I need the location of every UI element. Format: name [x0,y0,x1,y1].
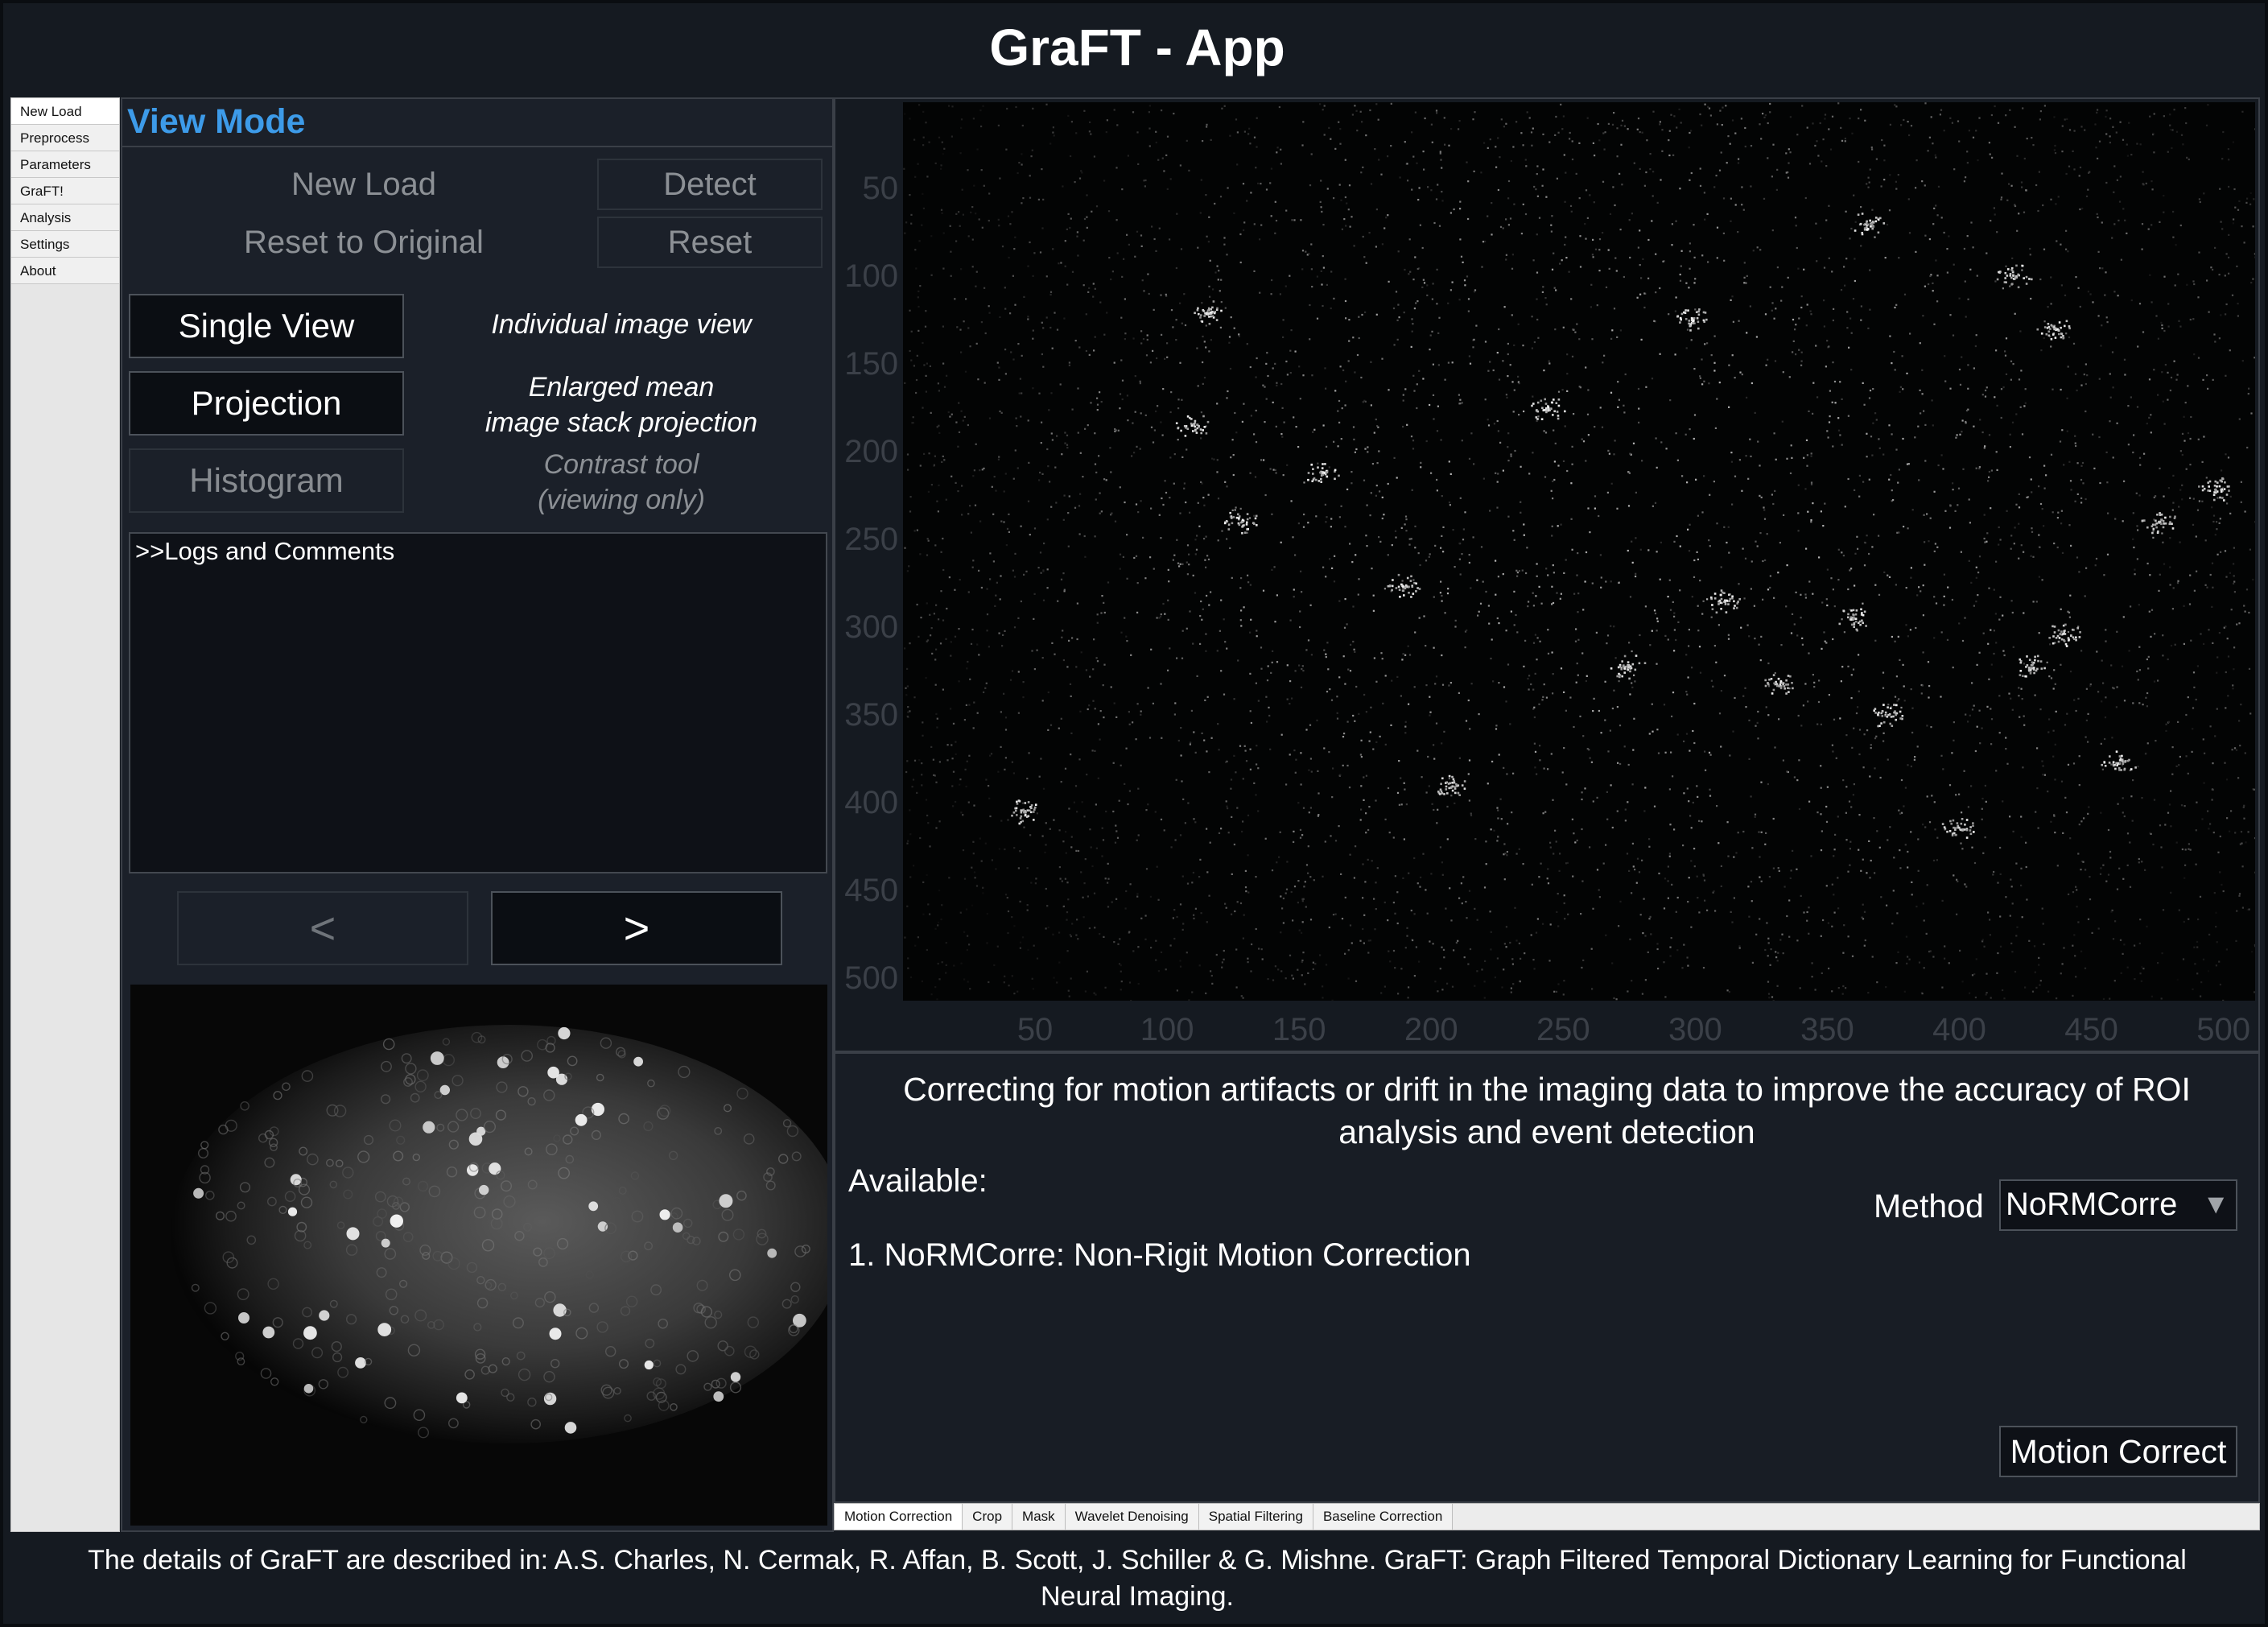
tab-mask[interactable]: Mask [1012,1504,1066,1530]
y-tick-label: 150 [844,345,898,382]
y-tick-label: 100 [844,258,898,294]
detect-button[interactable]: Detect [597,159,823,210]
x-tick-label: 400 [1932,1012,1986,1047]
y-tick-label: 200 [844,433,898,469]
available-label: Available: [848,1163,988,1199]
app-title: GraFT - App [989,19,1285,76]
tab-baseline-correction[interactable]: Baseline Correction [1313,1504,1454,1530]
citation-footer: The details of GraFT are described in: A… [19,1542,2255,1615]
mean-projection-image [130,985,827,1526]
x-tick-label: 500 [2196,1012,2250,1047]
motion-correct-button[interactable]: Motion Correct [1999,1426,2237,1477]
histogram-button[interactable]: Histogram [129,448,404,513]
tab-crop[interactable]: Crop [963,1504,1013,1530]
y-tick-label: 350 [844,696,898,733]
frame-image [903,102,2255,1001]
view-mode-title: View Mode [127,102,306,141]
y-tick-label: 500 [844,960,898,996]
title-divider [122,146,832,147]
y-tick-label: 250 [844,521,898,557]
projection-description-line1: Enlarged mean [528,372,715,403]
y-tick-label: 450 [844,872,898,908]
projection-description-line2: image stack projection [485,407,758,438]
x-tick-label: 350 [1800,1012,1854,1047]
tab-spatial-filtering[interactable]: Spatial Filtering [1198,1504,1313,1530]
nav-item-settings[interactable]: Settings [11,231,119,258]
histogram-description: Contrast tool (viewing only) [444,447,798,518]
single-view-button[interactable]: Single View [129,294,404,358]
single-view-description: Individual image view [491,309,752,340]
image-plot-panel: 50 100 150 200 250 300 350 400 450 500 50 100 150 20… [834,97,2260,1052]
next-button[interactable]: > [491,891,782,965]
tab-wavelet-denoising[interactable]: Wavelet Denoising [1065,1504,1199,1530]
histogram-description-line2: (viewing only) [538,485,705,515]
x-tick-label: 250 [1536,1012,1590,1047]
method-dropdown-value: NoRMCorre [2006,1187,2178,1222]
side-nav: New Load Preprocess Parameters GraFT! An… [10,97,120,1532]
new-load-button[interactable]: New Load [243,167,485,203]
view-mode-panel: View Mode New Load Detect Reset to Origi… [121,97,834,1532]
step-description: Correcting for motion artifacts or drift… [903,1071,2191,1150]
citation-line1: The details of GraFT are described in: A… [88,1545,2187,1575]
previous-button[interactable]: < [177,891,468,965]
projection-button[interactable]: Projection [129,371,404,436]
projection-description: Enlarged mean image stack projection [444,370,798,440]
reset-to-original-button[interactable]: Reset to Original [203,225,525,261]
histogram-description-line1: Contrast tool [543,449,699,480]
frame-image-axes[interactable] [903,102,2255,1001]
nav-item-parameters[interactable]: Parameters [11,151,119,178]
method-dropdown[interactable]: NoRMCorre ▼ [1999,1179,2237,1231]
nav-item-preprocess[interactable]: Preprocess [11,125,119,151]
available-method-item: 1. NoRMCorre: Non-Rigit Motion Correctio… [848,1237,1471,1273]
x-tick-label: 450 [2064,1012,2118,1047]
nav-item-new-load[interactable]: New Load [11,98,119,125]
nav-item-about[interactable]: About [11,258,119,284]
logs-textarea[interactable]: >>Logs and Comments [129,532,827,873]
y-tick-label: 50 [862,170,899,206]
reset-button[interactable]: Reset [597,217,823,268]
app-window: GraFT - App New Load Preprocess Paramete… [0,0,2268,1627]
preprocess-tab-bar: Motion Correction Crop Mask Wavelet Deno… [834,1503,2260,1530]
x-tick-label: 50 [1016,1012,1054,1047]
chevron-down-icon: ▼ [2202,1189,2229,1220]
y-tick-label: 300 [844,609,898,645]
nav-item-analysis[interactable]: Analysis [11,204,119,231]
x-tick-label: 150 [1272,1012,1326,1047]
nav-item-graft[interactable]: GraFT! [11,178,119,204]
x-tick-label: 100 [1140,1012,1194,1047]
citation-line2: Neural Imaging. [1040,1581,1234,1612]
motion-correction-panel: Correcting for motion artifacts or drift… [834,1052,2260,1503]
tab-motion-correction[interactable]: Motion Correction [835,1504,963,1530]
y-tick-label: 400 [844,784,898,820]
method-label: Method [1874,1187,1984,1224]
x-tick-label: 200 [1404,1012,1458,1047]
mean-projection-svg [130,985,827,1526]
x-tick-label: 300 [1668,1012,1722,1047]
